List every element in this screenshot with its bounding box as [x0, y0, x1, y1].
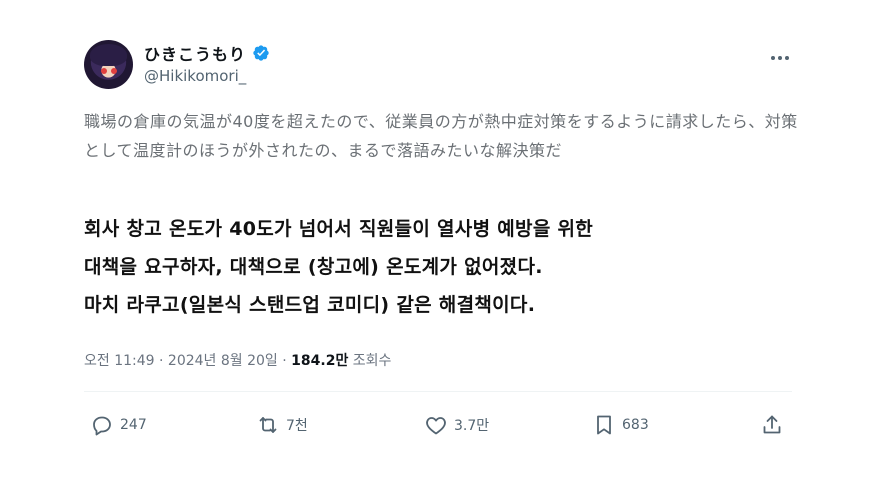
retweet-button[interactable]: 7천: [256, 408, 308, 442]
tweet-translation: 회사 창고 온도가 40도가 넘어서 직원들이 열사병 예방을 위한 대책을 요…: [84, 210, 804, 324]
bookmark-button[interactable]: 683: [592, 408, 649, 442]
avatar-eye-left: [101, 68, 107, 74]
author-handle[interactable]: @Hikikomori_: [144, 67, 270, 85]
more-dot: [778, 56, 782, 60]
bookmark-count: 683: [622, 417, 649, 433]
reply-icon: [93, 416, 111, 436]
more-icon[interactable]: [768, 46, 792, 70]
tweet-meta: 오전 11:49 · 2024년 8월 20일 · 184.2만 조회수: [84, 350, 391, 370]
like-button[interactable]: 3.7만: [424, 408, 489, 442]
share-button[interactable]: [760, 408, 784, 442]
avatar[interactable]: [84, 40, 133, 89]
retweet-icon: [259, 417, 277, 433]
avatar-hair: [90, 44, 127, 66]
views-count: 184.2만: [291, 353, 349, 369]
divider: [84, 391, 792, 392]
bookmark-icon: [597, 415, 611, 435]
like-count: 3.7만: [454, 418, 490, 434]
tweet-header: ひきこうもり @Hikikomori_: [84, 38, 800, 92]
display-name-row: ひきこうもり: [144, 42, 270, 64]
reply-count: 247: [120, 417, 147, 433]
author-names: ひきこうもり @Hikikomori_: [144, 42, 270, 85]
more-dot: [785, 56, 789, 60]
more-dot: [771, 56, 775, 60]
verified-icon: [253, 45, 269, 61]
translation-line: 마치 라쿠고(일본식 스탠드업 코미디) 같은 해결책이다.: [84, 294, 536, 316]
reply-button[interactable]: 247: [90, 408, 147, 442]
retweet-count: 7천: [286, 418, 308, 434]
display-name[interactable]: ひきこうもり: [144, 41, 246, 65]
translation-line: 회사 창고 온도가 40도가 넘어서 직원들이 열사병 예방을 위한: [84, 218, 594, 240]
like-icon: [426, 417, 446, 435]
tweet-timestamp[interactable]: 오전 11:49 · 2024년 8월 20일 ·: [84, 353, 291, 369]
views-label: 조회수: [348, 353, 392, 369]
tweet-card: ひきこうもり @Hikikomori_ 職場の倉庫の気温が40度を超えたので、従…: [0, 0, 874, 479]
action-bar: 247 7천 3.7만 683: [84, 408, 792, 442]
share-icon: [763, 415, 781, 434]
avatar-eye-right: [111, 68, 117, 74]
tweet-original-text: 職場の倉庫の気温が40度を超えたので、従業員の方が熱中症対策をするように請求した…: [84, 112, 798, 160]
translation-line: 대책을 요구하자, 대책으로 (창고에) 온도계가 없어졌다.: [84, 256, 543, 278]
